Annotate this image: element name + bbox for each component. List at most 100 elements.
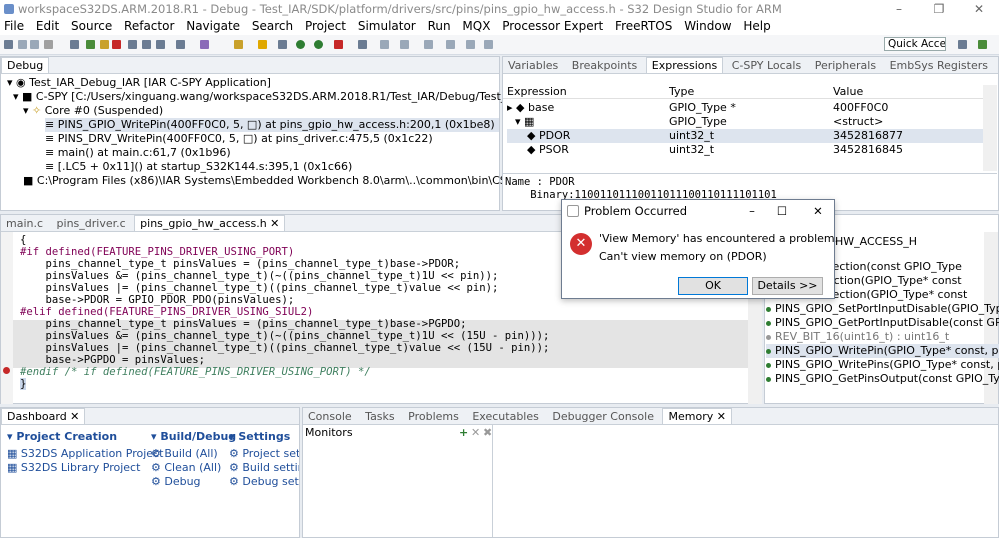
back-icon[interactable] bbox=[446, 40, 455, 49]
tab-executables[interactable]: Executables bbox=[467, 409, 544, 424]
expressions-scrollbar[interactable] bbox=[983, 85, 997, 171]
outline-item[interactable]: PINS_GPIO_GetPinsOutput(const GPIO_Type* bbox=[766, 372, 999, 386]
menu-help[interactable]: Help bbox=[743, 19, 770, 33]
tab-debug[interactable]: Debug bbox=[1, 57, 50, 73]
save-icon[interactable] bbox=[18, 40, 27, 49]
tab-expressions[interactable]: Expressions bbox=[645, 57, 724, 73]
tab-problems[interactable]: Problems bbox=[403, 409, 464, 424]
history-icon[interactable] bbox=[484, 40, 493, 49]
menu-refactor[interactable]: Refactor bbox=[124, 19, 174, 33]
dialog-close-button[interactable]: ✕ bbox=[806, 200, 830, 222]
expression-row[interactable]: ▸ ◆ base GPIO_Type * 400FF0C0 bbox=[507, 101, 983, 115]
tab-tasks[interactable]: Tasks bbox=[360, 409, 399, 424]
outline-item[interactable]: PINS_GPIO_GetPortInputDisable(const GPIO… bbox=[766, 316, 999, 330]
minimize-button[interactable]: – bbox=[879, 0, 919, 18]
menu-project[interactable]: Project bbox=[305, 19, 346, 33]
expression-row-selected[interactable]: ◆ PDOR uint32_t 3452816877 bbox=[507, 129, 983, 143]
perspective-cc-icon[interactable] bbox=[958, 40, 967, 49]
link-debug[interactable]: ⚙ Debug bbox=[151, 475, 236, 488]
skip-breakpoints-icon[interactable] bbox=[70, 40, 79, 49]
suspend-icon[interactable] bbox=[100, 40, 109, 49]
expression-row[interactable]: ◆ PSOR uint32_t 3452816845 bbox=[507, 143, 983, 157]
code-line[interactable]: #if defined(FEATURE_PINS_DRIVER_USING_PO… bbox=[20, 246, 294, 258]
expression-row[interactable]: ▾ ▦ GPIO_Type <struct> bbox=[507, 115, 983, 129]
menu-navigate[interactable]: Navigate bbox=[186, 19, 240, 33]
debug-tree-row-selected[interactable]: ≡ PINS_GPIO_WritePin(400FF0C0, 5, □) at … bbox=[45, 118, 499, 132]
close-button[interactable]: ✕ bbox=[959, 0, 999, 18]
breakpoint-icon[interactable] bbox=[3, 367, 10, 374]
menu-run[interactable]: Run bbox=[428, 19, 451, 33]
code-line[interactable]: base->PGPDO = pinsValues; bbox=[20, 354, 205, 366]
code-line[interactable]: #elif defined(FEATURE_PINS_DRIVER_USING_… bbox=[20, 306, 313, 318]
debug-tree-row[interactable]: ≡ main() at main.c:61,7 (0x1b96) bbox=[45, 146, 231, 160]
details-button[interactable]: Details >> bbox=[752, 277, 823, 295]
build-icon[interactable] bbox=[234, 40, 243, 49]
tab-pins-driver-c[interactable]: pins_driver.c bbox=[52, 216, 131, 231]
print-icon[interactable] bbox=[44, 40, 53, 49]
debug-tree-row[interactable]: ≡ PINS_DRV_WritePin(400FF0C0, 5, □) at p… bbox=[45, 132, 433, 146]
maximize-button[interactable]: ❐ bbox=[919, 0, 959, 18]
outline-item-selected[interactable]: PINS_GPIO_WritePin(GPIO_Type* const, pin… bbox=[766, 344, 999, 358]
instruction-step-icon[interactable] bbox=[176, 40, 185, 49]
outline-item[interactable]: PINS_GPIO_WritePins(GPIO_Type* const, pi… bbox=[766, 358, 999, 372]
run-icon[interactable] bbox=[296, 40, 305, 49]
code-line[interactable]: pinsValues &= (pins_channel_type_t)(~((p… bbox=[20, 270, 499, 282]
remove-all-monitors-icon[interactable]: ✖ bbox=[483, 426, 492, 439]
debug-tree-row[interactable]: ▾ ◉ Test_IAR_Debug_IAR [IAR C-SPY Applic… bbox=[7, 76, 271, 90]
new-class-icon[interactable] bbox=[200, 40, 209, 49]
link-s32ds-library-project[interactable]: ▦ S32DS Library Project bbox=[7, 461, 163, 474]
menu-window[interactable]: Window bbox=[684, 19, 731, 33]
outline-item[interactable]: REV_BIT_16(uint16_t) : uint16_t bbox=[766, 330, 949, 344]
annotation-icon[interactable] bbox=[400, 40, 409, 49]
tab-debugger-console[interactable]: Debugger Console bbox=[547, 409, 659, 424]
link-clean-all[interactable]: ⚙ Clean (All) bbox=[151, 461, 236, 474]
code-line[interactable]: pinsValues |= (pins_channel_type_t)((pin… bbox=[20, 342, 550, 354]
resume-icon[interactable] bbox=[86, 40, 95, 49]
tab-cspy-locals[interactable]: C-SPY Locals bbox=[727, 58, 806, 73]
menu-file[interactable]: File bbox=[4, 19, 24, 33]
search-icon[interactable] bbox=[358, 40, 367, 49]
debug-tree-row[interactable]: ≡ [.LC5 + 0x11]() at startup_S32K144.s:3… bbox=[45, 160, 352, 174]
menu-simulator[interactable]: Simulator bbox=[358, 19, 416, 33]
ok-button[interactable]: OK bbox=[678, 277, 748, 295]
save-all-icon[interactable] bbox=[30, 40, 39, 49]
step-return-icon[interactable] bbox=[156, 40, 165, 49]
link-build-all[interactable]: ⚙ Build (All) bbox=[151, 447, 236, 460]
tab-variables[interactable]: Variables bbox=[503, 58, 563, 73]
next-annotation-icon[interactable] bbox=[424, 40, 433, 49]
remove-monitor-icon[interactable]: ✕ bbox=[471, 426, 480, 439]
perspective-debug-icon[interactable] bbox=[978, 40, 987, 49]
debug-icon[interactable] bbox=[314, 40, 323, 49]
tab-pins-gpio-hw-access-h[interactable]: pins_gpio_hw_access.h ✕ bbox=[134, 215, 286, 231]
link-s32ds-application-project[interactable]: ▦ S32DS Application Project bbox=[7, 447, 163, 460]
tab-memory[interactable]: Memory ✕ bbox=[662, 408, 732, 424]
dialog-maximize-button[interactable]: ☐ bbox=[770, 200, 794, 222]
menu-mqx[interactable]: MQX bbox=[462, 19, 490, 33]
outline-item[interactable]: PINS_GPIO_SetPortInputDisable(GPIO_Type*… bbox=[766, 302, 999, 316]
code-line-current[interactable]: } bbox=[20, 378, 27, 390]
code-line[interactable]: #endif /* if defined(FEATURE_PINS_DRIVER… bbox=[20, 366, 371, 378]
menu-freertos[interactable]: FreeRTOS bbox=[615, 19, 672, 33]
add-monitor-icon[interactable]: + bbox=[459, 426, 468, 439]
step-over-icon[interactable] bbox=[142, 40, 151, 49]
dialog-minimize-button[interactable]: – bbox=[740, 200, 764, 222]
link-build-settings[interactable]: ⚙ Build setting bbox=[229, 461, 299, 474]
code-line[interactable]: pins_channel_type_t pinsValues = (pins_c… bbox=[20, 258, 461, 270]
tab-peripherals[interactable]: Peripherals bbox=[810, 58, 881, 73]
code-line[interactable]: pins_channel_type_t pinsValues = (pins_c… bbox=[20, 318, 467, 330]
menu-source[interactable]: Source bbox=[71, 19, 112, 33]
code-line[interactable]: pinsValues |= (pins_channel_type_t)((pin… bbox=[20, 282, 499, 294]
code-line[interactable]: { bbox=[20, 234, 26, 246]
terminate-icon[interactable] bbox=[112, 40, 121, 49]
debug-tree-row[interactable]: ▾ ✧ Core #0 (Suspended) bbox=[23, 104, 163, 118]
menu-search[interactable]: Search bbox=[252, 19, 293, 33]
link-project-settings[interactable]: ⚙ Project settin bbox=[229, 447, 299, 460]
tab-dashboard[interactable]: Dashboard ✕ bbox=[1, 408, 86, 424]
flash-icon[interactable] bbox=[258, 40, 267, 49]
external-tools-icon[interactable] bbox=[334, 40, 343, 49]
code-line[interactable]: base->PDOR = GPIO_PDOR_PDO(pinsValues); bbox=[20, 294, 295, 306]
debug-tree-row[interactable]: ■ C:\Program Files (x86)\IAR Systems\Emb… bbox=[23, 174, 563, 188]
tab-console[interactable]: Console bbox=[303, 409, 357, 424]
step-into-icon[interactable] bbox=[128, 40, 137, 49]
tab-embsys-registers[interactable]: EmbSys Registers bbox=[885, 58, 993, 73]
